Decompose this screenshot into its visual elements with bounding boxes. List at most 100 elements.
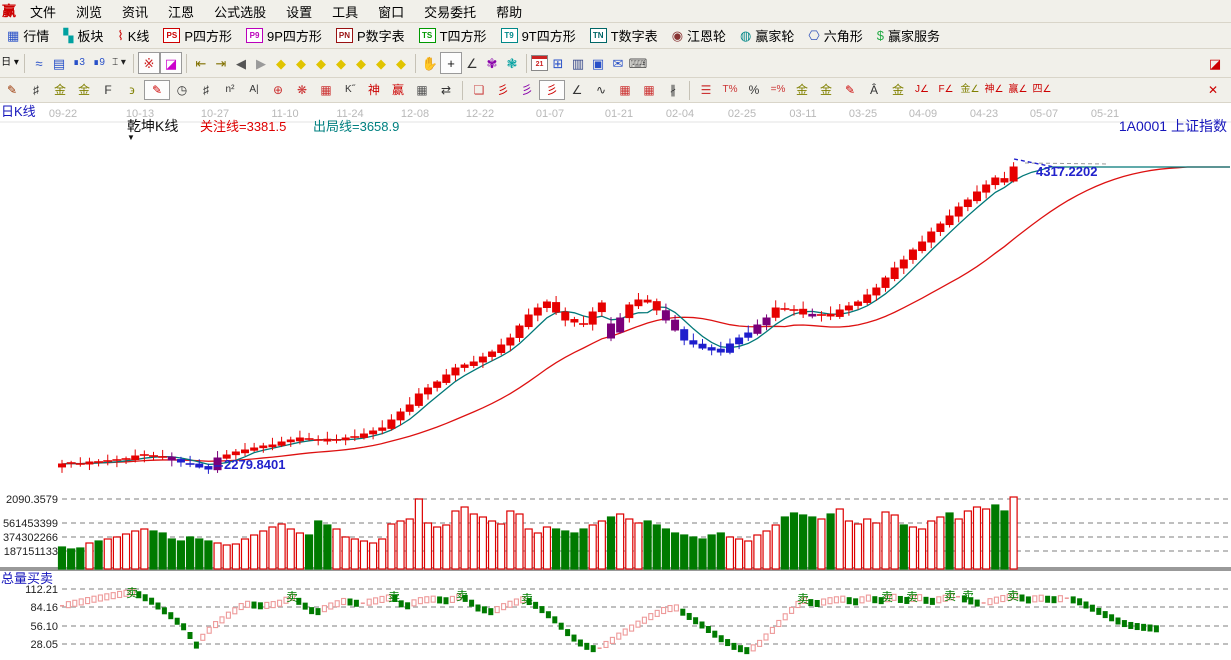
red-grid-icon[interactable]: ▦ (314, 81, 338, 99)
f-angle-icon[interactable]: F∠ (934, 81, 958, 99)
ying-angle-icon[interactable]: 赢∠ (1006, 81, 1030, 99)
pan-hand-icon[interactable]: ✋ (420, 53, 440, 73)
model-dropdown-arrow-icon[interactable]: ▼ (127, 134, 135, 143)
bars-9-icon[interactable]: ∎9 (89, 53, 109, 73)
save-icon[interactable]: ▣ (588, 53, 608, 73)
four-angle-icon[interactable]: 四∠ (1030, 81, 1054, 99)
quick-button-7[interactable]: T99T四方形 (494, 23, 583, 48)
quick-button-8[interactable]: TNT数字表 (583, 23, 665, 48)
box-frame-icon[interactable]: ❏ (467, 81, 491, 99)
menu-item-7[interactable]: 窗口 (368, 2, 414, 21)
menu-item-0[interactable]: 文件 (20, 2, 66, 21)
chart-svg[interactable]: 09-2210-1310-2711-1011-2412-0812-2201-07… (0, 103, 1231, 660)
gold-angle-base-icon[interactable]: 金 (886, 81, 910, 99)
menu-item-3[interactable]: 江恩 (158, 2, 204, 21)
right-edge-red2-icon[interactable]: ✕ (1201, 81, 1225, 99)
gold-ratio2-icon[interactable]: 金 (72, 81, 96, 99)
j-angle-icon[interactable]: J∠ (910, 81, 934, 99)
menu-item-6[interactable]: 工具 (322, 2, 368, 21)
ying-tool-icon[interactable]: 赢 (386, 81, 410, 99)
gann-lines-icon[interactable]: ♯ (24, 81, 48, 99)
flower-tool-icon[interactable]: ✾ (482, 53, 502, 73)
gold-angle-icon[interactable]: 金∠ (958, 81, 982, 99)
menu-item-5[interactable]: 设置 (276, 2, 322, 21)
calendar-icon[interactable]: 21 (531, 55, 548, 71)
fan-lines-purple-icon[interactable]: 彡 (515, 81, 539, 99)
quick-button-12[interactable]: $赢家服务 (870, 23, 947, 48)
price-list-icon[interactable]: ☰ (694, 81, 718, 99)
grid-lines-icon[interactable]: ♯ (194, 81, 218, 99)
fan-lines-icon[interactable]: 彡 (491, 81, 515, 99)
red-pen-icon[interactable]: ✎ (144, 80, 170, 100)
bars-3-icon[interactable]: ∎3 (69, 53, 89, 73)
step-back-icon[interactable]: ◀ (231, 53, 251, 73)
quick-button-2[interactable]: ⌇K线 (110, 23, 156, 48)
symbol-label[interactable]: 1A0001 上证指数 (1119, 119, 1227, 134)
diamond-right-icon[interactable]: ◆ (291, 53, 311, 73)
quick-button-1[interactable]: ▚板块 (56, 23, 110, 48)
diamond-compress-icon[interactable]: ◆ (331, 53, 351, 73)
marker-pen-icon[interactable]: ✎ (838, 81, 862, 99)
star-rays-icon[interactable]: ❋ (290, 81, 314, 99)
fan-lines-boxed-icon[interactable]: 彡 (539, 80, 565, 100)
angle-fan-icon[interactable]: ∠ (565, 81, 589, 99)
terminal-icon[interactable]: ⌨ (628, 53, 648, 73)
shen-tool-icon[interactable]: 神 (362, 81, 386, 99)
diamond-zoom-in-icon[interactable]: ◆ (351, 53, 371, 73)
parallel-lines-icon[interactable]: ∦ (661, 81, 685, 99)
equal-percent-icon[interactable]: =% (766, 81, 790, 99)
percent-icon[interactable]: % (742, 81, 766, 99)
wave-a-icon[interactable]: Â (862, 81, 886, 99)
draw-pen-icon[interactable]: ✎ (0, 81, 24, 99)
number-grid-icon[interactable]: ▦ (410, 81, 434, 99)
gold-circle-icon[interactable]: 金 (790, 81, 814, 99)
menu-item-4[interactable]: 公式选股 (204, 2, 276, 21)
diamond-expand-icon[interactable]: ◆ (311, 53, 331, 73)
menu-item-9[interactable]: 帮助 (486, 2, 532, 21)
scribble-tool-icon[interactable]: ❃ (502, 53, 522, 73)
quick-button-0[interactable]: ▦行情 (0, 23, 56, 48)
shen-angle-icon[interactable]: 神∠ (982, 81, 1006, 99)
gold-ratio-icon[interactable]: 金 (48, 81, 72, 99)
period-day-dropdown[interactable]: 日 ▾ (0, 53, 20, 73)
arc-tool-icon[interactable]: ϶ (120, 81, 144, 99)
diamond-zoom-out-icon[interactable]: ◆ (371, 53, 391, 73)
calculator-icon[interactable]: ⊞ (548, 53, 568, 73)
circle-cross-icon[interactable]: ⊕ (266, 81, 290, 99)
quick-button-4[interactable]: P99P四方形 (239, 23, 329, 48)
menu-item-2[interactable]: 资讯 (112, 2, 158, 21)
quick-button-9[interactable]: ◉江恩轮 (665, 23, 733, 48)
mail-icon[interactable]: ✉ (608, 53, 628, 73)
notepad-icon[interactable]: ▥ (568, 53, 588, 73)
right-edge-red-icon[interactable]: ◪ (1205, 53, 1225, 73)
mirror-a-icon[interactable]: A| (242, 81, 266, 99)
chart-panel-icon[interactable]: ◪ (160, 52, 182, 74)
quick-button-3[interactable]: PSP四方形 (156, 23, 239, 48)
menu-item-1[interactable]: 浏览 (66, 2, 112, 21)
stock-mark-icon[interactable]: ※ (138, 52, 160, 74)
menu-item-8[interactable]: 交易委托 (414, 2, 486, 21)
time-cycle-icon[interactable]: ◷ (170, 81, 194, 99)
quick-button-6[interactable]: TST四方形 (412, 23, 494, 48)
quick-button-5[interactable]: PNP数字表 (329, 23, 412, 48)
zigzag-icon[interactable]: ∿ (589, 81, 613, 99)
trend-wave-icon[interactable]: ≈ (29, 53, 49, 73)
step-forward-icon[interactable]: ▶ (251, 53, 271, 73)
k-double-icon[interactable]: K˝ (338, 81, 362, 99)
skip-start-icon[interactable]: ⇤ (191, 53, 211, 73)
board-list-icon[interactable]: ▤ (49, 53, 69, 73)
diamond-left-icon[interactable]: ◆ (271, 53, 291, 73)
skip-end-icon[interactable]: ⇥ (211, 53, 231, 73)
fibonacci-icon[interactable]: F (96, 81, 120, 99)
quick-button-10[interactable]: ◍赢家轮 (733, 23, 801, 48)
square-number-icon[interactable]: n² (218, 81, 242, 99)
gann-grid2-icon[interactable]: ▦ (637, 81, 661, 99)
t-percent-icon[interactable]: T% (718, 81, 742, 99)
gold-line-icon[interactable]: 金 (814, 81, 838, 99)
crosshair-icon[interactable]: + (440, 52, 462, 74)
angle-measure-icon[interactable]: ∠ (462, 53, 482, 73)
diamond-fit-icon[interactable]: ◆ (391, 53, 411, 73)
range-measure-icon[interactable]: ⇄ (434, 81, 458, 99)
candle-style-dropdown[interactable]: ⌶ ▾ (109, 53, 129, 73)
gann-grid-icon[interactable]: ▦ (613, 81, 637, 99)
